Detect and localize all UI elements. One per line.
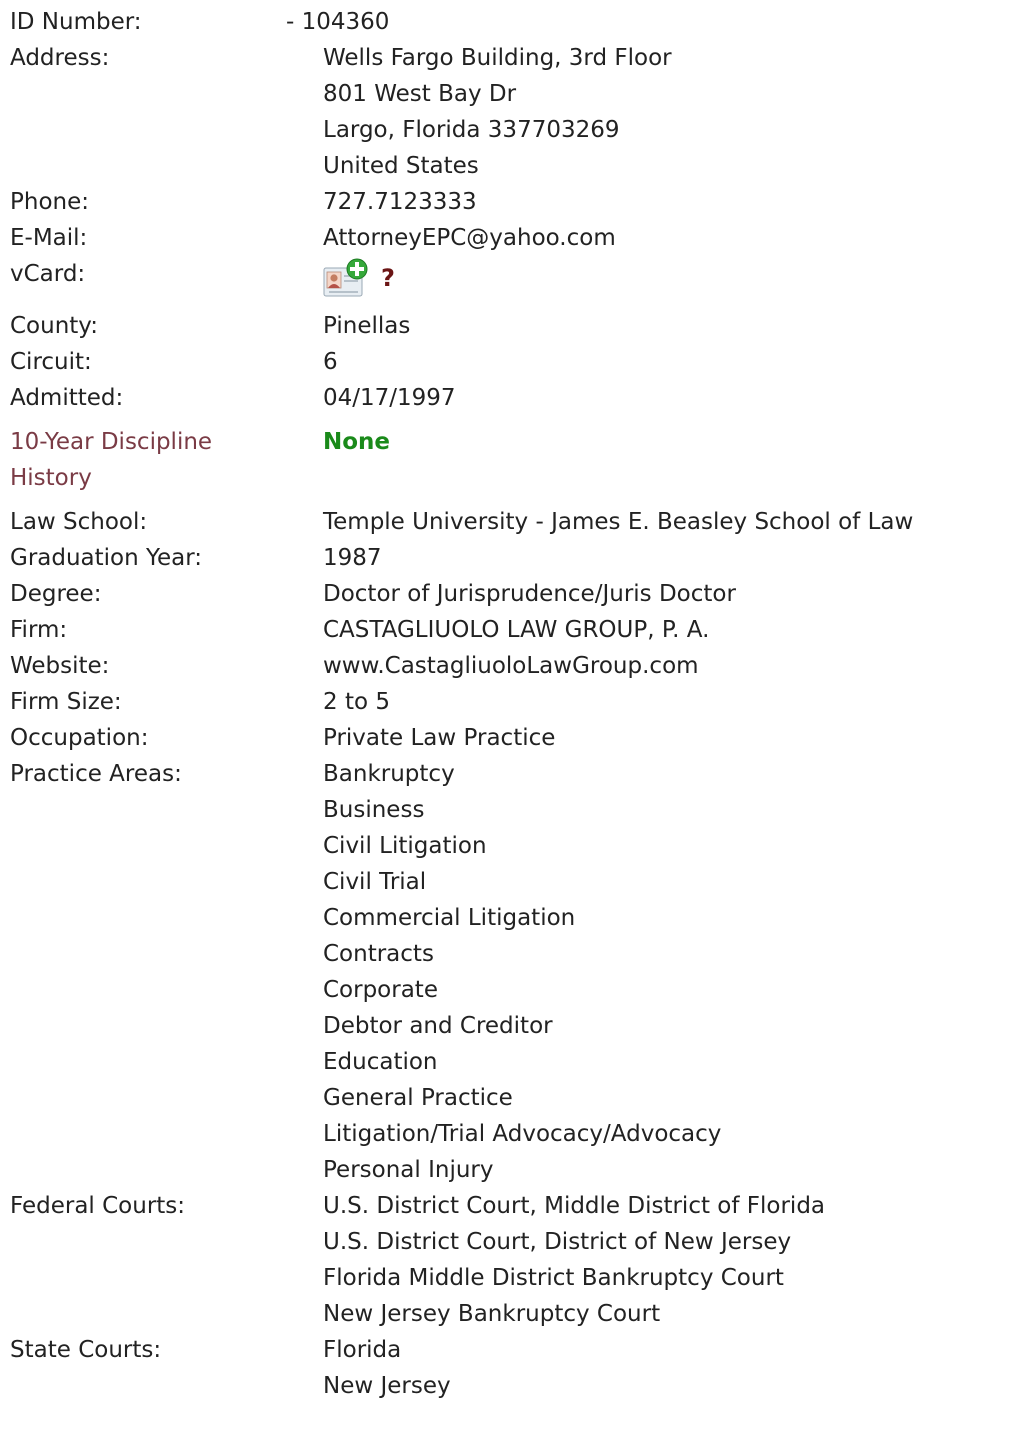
practice-areas-label: Practice Areas: xyxy=(10,761,182,787)
county-label: County: xyxy=(10,313,98,339)
phone-value: 727.7123333 xyxy=(323,189,477,215)
practice-area-item: Bankruptcy xyxy=(323,761,455,787)
firm-size-row: Firm Size: 2 to 5 xyxy=(10,684,1024,720)
circuit-value: 6 xyxy=(323,349,338,375)
discipline-label-line: History xyxy=(10,465,92,491)
email-label: E-Mail: xyxy=(10,225,88,251)
address-label: Address: xyxy=(10,45,110,71)
federal-courts-row: Federal Courts: U.S. District Court, Mid… xyxy=(10,1188,1024,1332)
discipline-value: None xyxy=(323,429,391,455)
vcard-value-cell: ? xyxy=(323,256,1024,300)
federal-courts-list: U.S. District Court, Middle District of … xyxy=(323,1188,1024,1332)
practice-area-item: Personal Injury xyxy=(323,1157,494,1183)
id-number-label: ID Number: xyxy=(10,9,142,35)
address-line: United States xyxy=(323,153,479,179)
county-value: Pinellas xyxy=(323,313,411,339)
firm-label: Firm: xyxy=(10,617,68,643)
vcard-label: vCard: xyxy=(10,261,86,287)
practice-area-item: Debtor and Creditor xyxy=(323,1013,553,1039)
state-court-item: Florida xyxy=(323,1337,402,1363)
practice-area-item: Civil Litigation xyxy=(323,833,487,859)
county-row: County: Pinellas xyxy=(10,308,1024,344)
degree-label: Degree: xyxy=(10,581,102,607)
firm-value: CASTAGLIUOLO LAW GROUP, P. A. xyxy=(323,617,710,643)
firm-row: Firm: CASTAGLIUOLO LAW GROUP, P. A. xyxy=(10,612,1024,648)
admitted-label: Admitted: xyxy=(10,385,124,411)
practice-area-item: Civil Trial xyxy=(323,869,427,895)
state-courts-list: Florida New Jersey xyxy=(323,1332,1024,1404)
state-court-item: New Jersey xyxy=(323,1373,451,1399)
state-courts-label: State Courts: xyxy=(10,1337,162,1363)
phone-label: Phone: xyxy=(10,189,89,215)
practice-areas-row: Practice Areas: Bankruptcy Business Civi… xyxy=(10,756,1024,1188)
attorney-profile: ID Number: - 104360 Address: Wells Fargo… xyxy=(0,0,1024,1404)
practice-area-item: Corporate xyxy=(323,977,438,1003)
admitted-row: Admitted: 04/17/1997 xyxy=(10,380,1024,416)
federal-court-item: U.S. District Court, Middle District of … xyxy=(323,1193,826,1219)
website-label: Website: xyxy=(10,653,110,679)
law-school-row: Law School: Temple University - James E.… xyxy=(10,504,1024,540)
practice-areas-list: Bankruptcy Business Civil Litigation Civ… xyxy=(323,756,1024,1188)
state-courts-row: State Courts: Florida New Jersey xyxy=(10,1332,1024,1404)
practice-area-item: Contracts xyxy=(323,941,434,967)
graduation-value: 1987 xyxy=(323,545,382,571)
address-line: Wells Fargo Building, 3rd Floor xyxy=(323,45,672,71)
vcard-controls: ? xyxy=(323,256,1024,300)
federal-court-item: New Jersey Bankruptcy Court xyxy=(323,1301,661,1327)
discipline-row: 10-Year Discipline History None xyxy=(10,424,1024,496)
id-number-row: ID Number: - 104360 xyxy=(10,4,1024,40)
address-line: 801 West Bay Dr xyxy=(323,81,517,107)
id-number-value: - 104360 xyxy=(286,9,390,35)
degree-value: Doctor of Jurisprudence/Juris Doctor xyxy=(323,581,736,607)
law-school-value: Temple University - James E. Beasley Sch… xyxy=(323,509,914,535)
address-row: Address: Wells Fargo Building, 3rd Floor… xyxy=(10,40,1024,184)
practice-area-item: Commercial Litigation xyxy=(323,905,576,931)
admitted-value: 04/17/1997 xyxy=(323,385,456,411)
circuit-row: Circuit: 6 xyxy=(10,344,1024,380)
law-school-label: Law School: xyxy=(10,509,148,535)
circuit-label: Circuit: xyxy=(10,349,92,375)
vcard-row: vCard: ? xyxy=(10,256,1024,300)
occupation-label: Occupation: xyxy=(10,725,149,751)
degree-row: Degree: Doctor of Jurisprudence/Juris Do… xyxy=(10,576,1024,612)
address-value: Wells Fargo Building, 3rd Floor 801 West… xyxy=(323,40,1024,184)
firm-size-value: 2 to 5 xyxy=(323,689,390,715)
phone-row: Phone: 727.7123333 xyxy=(10,184,1024,220)
practice-area-item: Education xyxy=(323,1049,438,1075)
address-line: Largo, Florida 337703269 xyxy=(323,117,620,143)
email-value-cell: AttorneyEPC@yahoo.com xyxy=(323,220,1024,256)
practice-area-item: Business xyxy=(323,797,425,823)
occupation-value: Private Law Practice xyxy=(323,725,556,751)
email-link[interactable]: AttorneyEPC@yahoo.com xyxy=(323,225,616,251)
practice-area-item: Litigation/Trial Advocacy/Advocacy xyxy=(323,1121,722,1147)
graduation-row: Graduation Year: 1987 xyxy=(10,540,1024,576)
website-row: Website: www.CastagliuoloLawGroup.com xyxy=(10,648,1024,684)
federal-court-item: Florida Middle District Bankruptcy Court xyxy=(323,1265,784,1291)
website-link[interactable]: www.CastagliuoloLawGroup.com xyxy=(323,653,699,679)
email-row: E-Mail: AttorneyEPC@yahoo.com xyxy=(10,220,1024,256)
help-icon[interactable]: ? xyxy=(381,263,395,293)
discipline-label-line: 10-Year Discipline xyxy=(10,429,213,455)
firm-size-label: Firm Size: xyxy=(10,689,122,715)
federal-courts-label: Federal Courts: xyxy=(10,1193,186,1219)
federal-court-item: U.S. District Court, District of New Jer… xyxy=(323,1229,792,1255)
practice-area-item: General Practice xyxy=(323,1085,513,1111)
website-value-cell: www.CastagliuoloLawGroup.com xyxy=(323,648,1024,684)
occupation-row: Occupation: Private Law Practice xyxy=(10,720,1024,756)
discipline-history-link[interactable]: 10-Year Discipline History xyxy=(10,424,323,496)
vcard-add-icon[interactable] xyxy=(323,258,373,298)
graduation-label: Graduation Year: xyxy=(10,545,203,571)
